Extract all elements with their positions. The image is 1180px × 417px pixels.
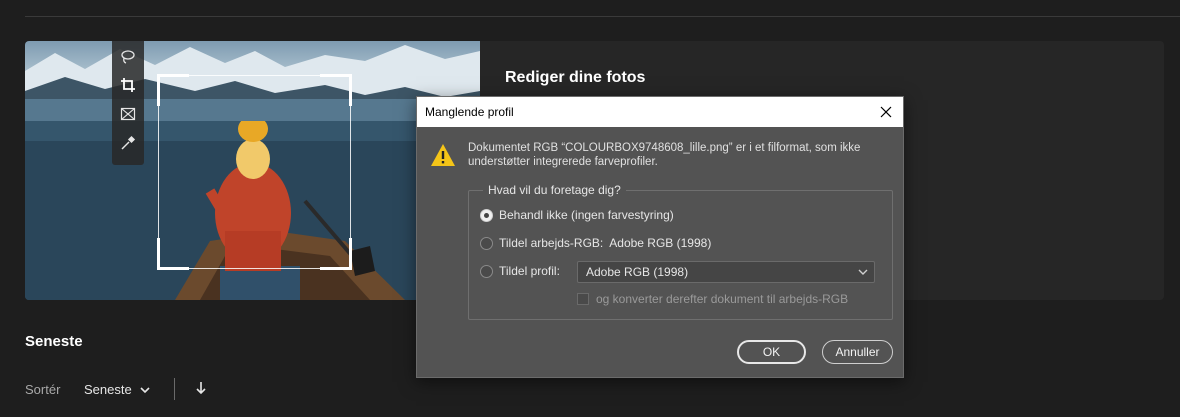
crop-icon[interactable] <box>118 75 138 95</box>
convert-checkbox[interactable] <box>577 293 589 305</box>
action-group: Hvad vil du foretage dig? Behandl ikke (… <box>468 183 893 320</box>
crop-handle-top-right[interactable] <box>320 74 352 106</box>
option-label: Tildel profil: <box>499 264 560 278</box>
action-group-label: Hvad vil du foretage dig? <box>483 183 626 197</box>
option-no-color-management[interactable]: Behandl ikke (ingen farvestyring) <box>480 208 674 222</box>
profile-select-value: Adobe RGB (1998) <box>586 265 689 279</box>
crop-frame[interactable] <box>157 74 352 270</box>
option-assign-profile[interactable]: Tildel profil: <box>480 264 560 278</box>
sort-label: Sortér <box>25 382 61 397</box>
hero-photo <box>25 41 480 300</box>
crop-handle-bottom-right[interactable] <box>320 238 352 270</box>
frame-icon[interactable] <box>118 104 138 124</box>
chevron-down-icon <box>858 269 868 275</box>
sort-dropdown[interactable]: Seneste <box>84 382 150 397</box>
lasso-icon[interactable] <box>118 47 138 67</box>
hero-title: Rediger dine fotos <box>505 69 646 86</box>
recent-section-title: Seneste <box>25 333 83 350</box>
convert-label: og konverter derefter dokument til arbej… <box>596 292 849 306</box>
top-divider <box>25 16 1180 17</box>
photo-toolbar <box>112 41 144 165</box>
sort-divider <box>174 378 175 400</box>
dialog-message: Dokumentet RGB “COLOURBOX9748608_lille.p… <box>468 142 861 168</box>
warning-icon <box>431 144 455 166</box>
chevron-down-icon <box>140 386 150 393</box>
radio-button[interactable] <box>480 236 493 250</box>
sort-value: Seneste <box>84 382 132 397</box>
missing-profile-dialog: Manglende profil Dokumentet RGB “COLOURB… <box>416 96 904 378</box>
convert-checkbox-row[interactable]: og konverter derefter dokument til arbej… <box>577 292 848 306</box>
sort-direction-arrow-icon[interactable] <box>194 379 208 397</box>
crop-handle-bottom-left[interactable] <box>157 238 189 270</box>
crop-handle-top-left[interactable] <box>157 74 189 106</box>
option-assign-working-rgb[interactable]: Tildel arbejds-RGB: Adobe RGB (1998) <box>480 236 711 250</box>
eyedropper-icon[interactable] <box>118 133 138 153</box>
radio-button[interactable] <box>480 264 493 278</box>
dialog-title: Manglende profil <box>425 105 514 119</box>
option-label: Tildel arbejds-RGB: Adobe RGB (1998) <box>499 236 712 250</box>
close-icon[interactable] <box>875 101 897 123</box>
cancel-button[interactable]: Annuller <box>822 340 893 364</box>
dialog-titlebar[interactable]: Manglende profil <box>417 97 903 127</box>
ok-button[interactable]: OK <box>737 340 806 364</box>
option-label: Behandl ikke (ingen farvestyring) <box>499 208 674 222</box>
radio-button[interactable] <box>480 208 493 222</box>
profile-select[interactable]: Adobe RGB (1998) <box>577 261 875 283</box>
